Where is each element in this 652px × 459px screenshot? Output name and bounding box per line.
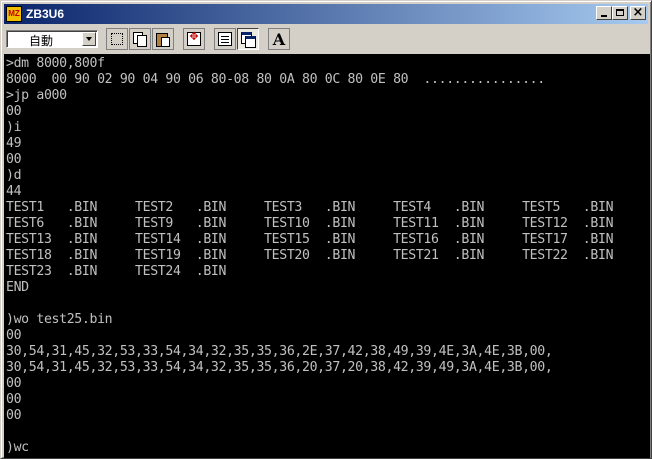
console-line: TEST6 .BIN TEST9 .BIN TEST10 .BIN TEST11… — [6, 216, 614, 231]
close-icon: × — [632, 5, 644, 20]
app-icon[interactable]: MZ — [6, 6, 22, 22]
console-line: 30,54,31,45,32,53,33,54,34,32,35,35,36,2… — [6, 344, 553, 359]
font-icon: A — [272, 29, 286, 49]
properties-button[interactable] — [214, 28, 236, 50]
console-line: )d — [6, 168, 22, 183]
window-button[interactable] — [237, 28, 259, 50]
app-icon-label: MZ — [8, 9, 20, 18]
title-bar[interactable]: MZ ZB3U6 × — [4, 4, 648, 24]
console-line: )i — [6, 120, 22, 135]
maximize-button[interactable] — [612, 6, 628, 20]
maximize-icon — [616, 9, 624, 16]
select-button[interactable] — [106, 28, 128, 50]
font-select[interactable]: 自動 — [6, 30, 98, 48]
properties-icon — [218, 32, 232, 46]
minimize-icon — [601, 15, 607, 17]
console-line: 00 — [6, 392, 22, 407]
copy-icon — [133, 32, 147, 47]
console-line: 00 — [6, 104, 22, 119]
app-window: MZ ZB3U6 × 自動 A >dm 8000,800f8000 00 90 … — [0, 0, 652, 459]
window-controls: × — [596, 5, 646, 20]
move-button[interactable] — [183, 28, 205, 50]
console-line: TEST1 .BIN TEST2 .BIN TEST3 .BIN TEST4 .… — [6, 200, 614, 215]
console-line: TEST23 .BIN TEST24 .BIN — [6, 264, 227, 279]
console-line: 49 — [6, 136, 22, 151]
console-line: )wc — [6, 440, 29, 455]
console-output[interactable]: >dm 8000,800f 8000 00 90 02 90 04 90 06 8… — [4, 54, 650, 458]
console-line: 00 — [6, 152, 22, 167]
toolbar: 自動 A — [4, 26, 648, 52]
console-line: )wo test25.bin — [6, 312, 113, 327]
console-line: 30,54,31,45,32,53,33,54,34,32,35,35,36,2… — [6, 360, 553, 375]
paste-icon — [156, 32, 170, 47]
console-line: 44 — [6, 184, 22, 199]
console-line: >dm 8000,800f — [6, 56, 105, 71]
chevron-down-icon[interactable] — [82, 32, 96, 46]
copy-button[interactable] — [129, 28, 151, 50]
console-line: 8000 00 90 02 90 04 90 06 80-08 80 0A 80… — [6, 72, 545, 87]
font-button[interactable]: A — [268, 28, 290, 50]
close-button[interactable]: × — [630, 5, 646, 20]
console-line: 00 — [6, 408, 22, 423]
console-line: 00 — [6, 376, 22, 391]
select-icon — [111, 33, 123, 45]
console-line: TEST18 .BIN TEST19 .BIN TEST20 .BIN TEST… — [6, 248, 614, 263]
window-icon — [241, 32, 256, 48]
font-select-value: 自動 — [29, 34, 54, 48]
console-line: >jp a000 — [6, 88, 67, 103]
console-text: >dm 8000,800f 8000 00 90 02 90 04 90 06 8… — [4, 54, 650, 456]
minimize-button[interactable] — [596, 6, 612, 20]
window-title: ZB3U6 — [26, 7, 65, 21]
console-line: 00 — [6, 328, 22, 343]
move-icon — [187, 30, 201, 46]
paste-button[interactable] — [152, 28, 174, 50]
console-line: TEST13 .BIN TEST14 .BIN TEST15 .BIN TEST… — [6, 232, 614, 247]
console-line: END — [6, 280, 29, 295]
